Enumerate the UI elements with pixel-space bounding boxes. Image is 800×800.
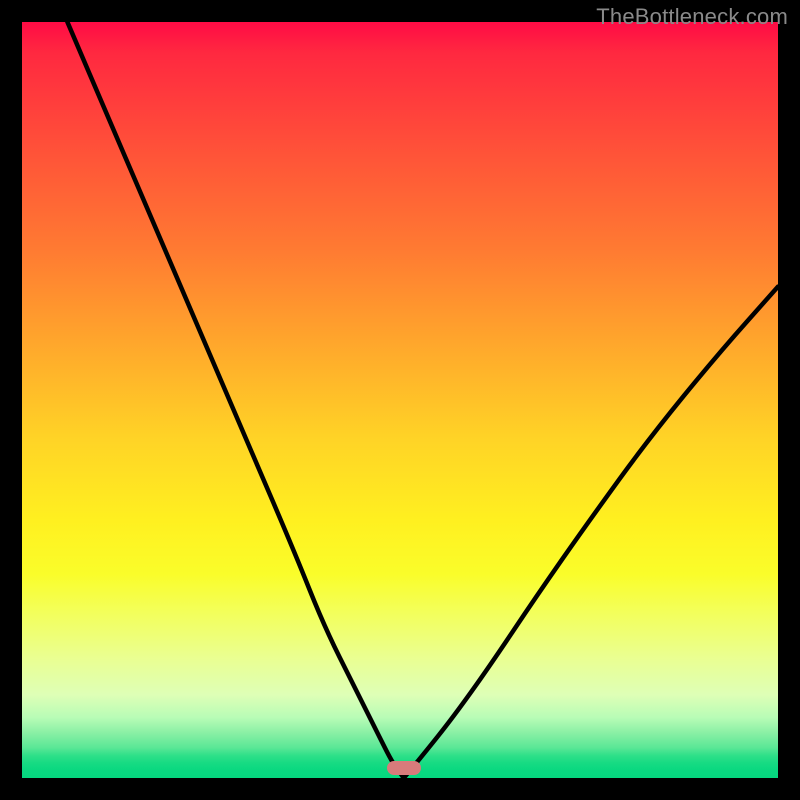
- optimum-marker: [387, 761, 421, 775]
- plot-area: [22, 22, 778, 778]
- watermark-text: TheBottleneck.com: [596, 4, 788, 30]
- curve-path: [67, 22, 778, 778]
- chart-frame: TheBottleneck.com: [0, 0, 800, 800]
- bottleneck-curve: [22, 22, 778, 778]
